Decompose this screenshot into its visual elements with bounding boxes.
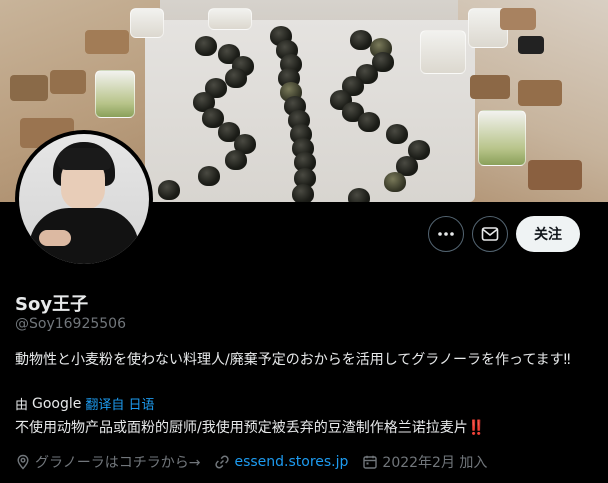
display-name: Soy王子 — [15, 294, 89, 315]
banner-ball — [225, 68, 247, 88]
location-item: グラノーラはコチラから→ — [15, 452, 200, 472]
banner-ball — [158, 180, 180, 200]
more-button[interactable] — [428, 216, 464, 252]
location-pin-icon — [17, 454, 29, 470]
banner-cup — [420, 30, 466, 74]
user-handle: @Soy16925506 — [15, 316, 126, 332]
location-text: グラノーラはコチラから→ — [35, 455, 201, 471]
banner-ball — [358, 112, 380, 132]
double-exclamation-icon: ‼️ — [467, 420, 486, 436]
banner-granola — [528, 160, 582, 190]
banner-ball — [292, 184, 314, 202]
banner-granola — [85, 30, 129, 54]
message-icon — [481, 227, 499, 241]
bio-text: 動物性と小麦粉を使わない料理人/廃棄予定のおからを活用してグラノーラを作ってます… — [15, 352, 571, 368]
banner-ball — [350, 30, 372, 50]
banner-ball — [384, 172, 406, 192]
calendar-icon — [363, 455, 378, 469]
banner-cup — [478, 110, 526, 166]
profile-meta: グラノーラはコチラから→ essend.stores.jp 2022年2月 加入 — [15, 452, 501, 472]
joined-item: 2022年2月 加入 — [362, 452, 487, 472]
avatar-photo — [19, 134, 149, 264]
banner-granola — [50, 70, 86, 94]
banner-cup — [208, 8, 252, 30]
message-button[interactable] — [472, 216, 508, 252]
website-item: essend.stores.jp — [214, 454, 348, 470]
banner-granola — [470, 75, 510, 99]
bio-translated: 不使用动物产品或面粉的厨师/我使用预定被丢弃的豆渣制作格兰诺拉麦片‼️ — [15, 418, 600, 438]
banner-ball — [195, 36, 217, 56]
banner-ball — [225, 150, 247, 170]
google-label: Google — [32, 395, 82, 412]
avatar-fringe — [57, 148, 111, 170]
translation-attribution: 由 Google 翻译自 日语 — [15, 394, 155, 414]
avatar-hand — [39, 230, 71, 246]
banner-cup — [95, 70, 135, 118]
banner-ball — [348, 188, 370, 202]
banner-cup — [130, 8, 164, 38]
link-icon — [215, 455, 230, 469]
banner-granola — [500, 8, 536, 30]
banner-granola — [518, 80, 562, 106]
website-link[interactable]: essend.stores.jp — [234, 454, 348, 470]
banner-ball — [386, 124, 408, 144]
bio-translated-text: 不使用动物产品或面粉的厨师/我使用预定被丢弃的豆渣制作格兰诺拉麦片 — [15, 420, 468, 436]
banner-dark-block — [518, 36, 544, 54]
banner-ball — [198, 166, 220, 186]
joined-text: 2022年2月 加入 — [382, 455, 488, 471]
translated-from-link[interactable]: 翻译自 日语 — [85, 394, 154, 413]
profile-avatar[interactable] — [15, 130, 153, 268]
follow-button[interactable]: 关注 — [516, 216, 580, 252]
more-icon — [438, 232, 454, 236]
banner-granola — [10, 75, 48, 101]
translated-by-label: 由 — [15, 398, 29, 413]
